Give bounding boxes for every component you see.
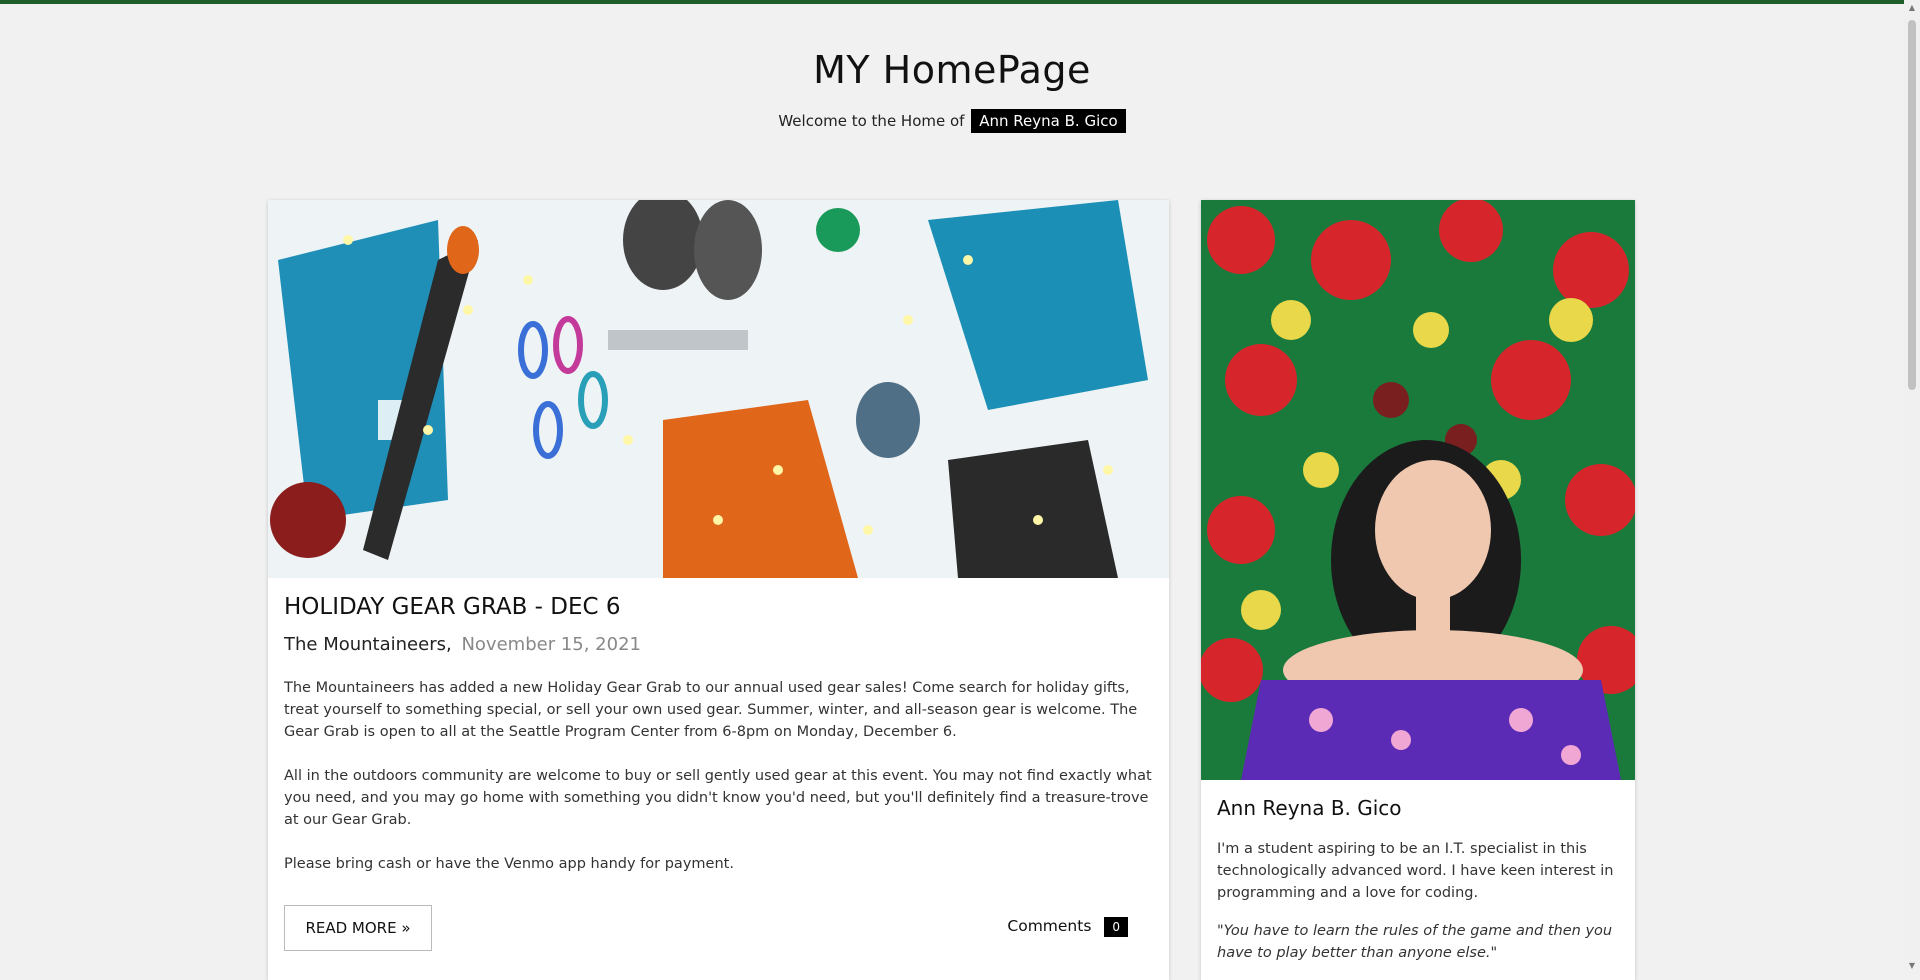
blog-post-card: HOLIDAY GEAR GRAB - DEC 6 The Mountainee… (268, 200, 1169, 980)
profile-card: Ann Reyna B. Gico I'm a student aspiring… (1201, 200, 1635, 980)
post-author: The Mountaineers, (284, 634, 452, 655)
welcome-text: Welcome to the Home of (778, 112, 965, 130)
top-accent-bar (0, 0, 1920, 4)
post-paragraph: Please bring cash or have the Venmo app … (284, 856, 734, 872)
comments-count-badge: 0 (1104, 917, 1128, 937)
profile-photo (1201, 200, 1635, 780)
post-date: November 15, 2021 (461, 634, 641, 655)
profile-quote: "You have to learn the rules of the game… (1217, 923, 1613, 961)
owner-name-badge: Ann Reyna B. Gico (971, 109, 1126, 133)
welcome-line: Welcome to the Home of Ann Reyna B. Gico (0, 109, 1904, 133)
profile-body: Ann Reyna B. Gico I'm a student aspiring… (1201, 780, 1635, 980)
profile-name: Ann Reyna B. Gico (1217, 796, 1402, 820)
post-title: HOLIDAY GEAR GRAB - DEC 6 (284, 594, 621, 620)
page-title: MY HomePage (813, 48, 1091, 92)
comments-label: Comments (1007, 917, 1092, 935)
post-paragraph: All in the outdoors community are welcom… (284, 768, 1152, 828)
post-image (268, 200, 1169, 578)
gear-photo-illustration (268, 200, 1169, 578)
arrow-up-icon[interactable]: ▲ (1904, 0, 1920, 16)
profile-bio: I'm a student aspiring to be an I.T. spe… (1217, 841, 1614, 901)
arrow-down-icon[interactable]: ▼ (1904, 958, 1920, 974)
post-paragraph: The Mountaineers has added a new Holiday… (284, 680, 1138, 740)
scrollbar-thumb[interactable] (1908, 20, 1916, 390)
post-byline: The Mountaineers, November 15, 2021 (284, 634, 1153, 655)
read-more-button[interactable]: READ MORE » (284, 905, 432, 951)
post-actions: READ MORE » Comments 0 (284, 905, 1153, 957)
page-scrollbar[interactable]: ▲ ▼ (1904, 0, 1920, 974)
post-body: HOLIDAY GEAR GRAB - DEC 6 The Mountainee… (268, 578, 1169, 973)
profile-photo-illustration (1201, 200, 1635, 780)
comments-link[interactable]: Comments 0 (1007, 917, 1128, 937)
page-header: MY HomePage Welcome to the Home of Ann R… (0, 48, 1904, 133)
